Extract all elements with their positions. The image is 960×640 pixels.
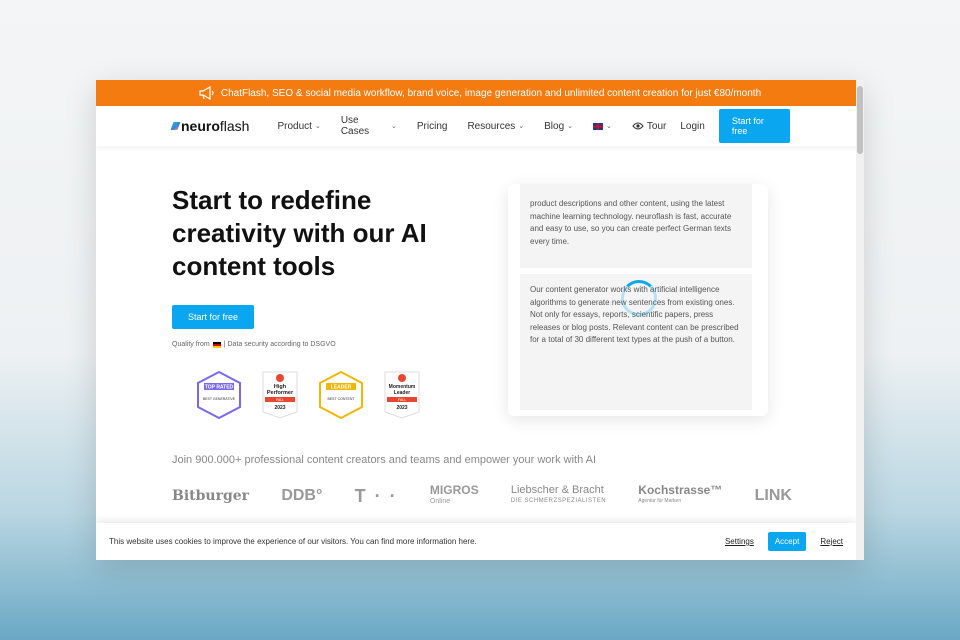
promo-banner[interactable]: ChatFlash, SEO & social media workflow, …	[96, 80, 864, 106]
neuroflash-logo[interactable]: neuroflash	[170, 118, 249, 134]
social-proof-text: Join 900.000+ professional content creat…	[172, 454, 597, 466]
scrollbar[interactable]	[856, 80, 864, 560]
banner-text: ChatFlash, SEO & social media workflow, …	[220, 87, 762, 99]
hero-headline: Start to redefine creativity with our AI…	[172, 185, 427, 281]
germany-flag-icon	[212, 341, 221, 348]
logo-bitburger: Bitburger	[172, 488, 250, 504]
editor-preview: product descriptions and other content, …	[508, 184, 768, 416]
svg-text:BEST CONTENT: BEST CONTENT	[328, 397, 356, 401]
chevron-down-icon: ⌄	[314, 123, 321, 130]
chevron-down-icon: ⌄	[606, 123, 612, 130]
hero-start-free-button[interactable]: Start for free	[172, 305, 255, 329]
svg-text:2023: 2023	[274, 405, 285, 411]
badge-high-performer: High Performer FALL 2023	[262, 371, 298, 419]
nav-item-use-cases[interactable]: Use Cases ⌄	[341, 115, 397, 137]
chevron-down-icon: ⌄	[518, 123, 525, 130]
badge-top-rated: TOP RATED BEST GENERATIVE	[197, 370, 241, 420]
browser-window: ChatFlash, SEO & social media workflow, …	[96, 80, 864, 560]
badge-top-rated-label: TOP RATED	[205, 385, 234, 391]
logo-link: LINK	[754, 487, 792, 504]
badge-leader: LEADER BEST CONTENT	[319, 370, 363, 420]
logo-mark-icon	[170, 122, 181, 130]
g2-badges: TOP RATED BEST GENERATIVE High Performer…	[196, 370, 425, 420]
nav-item-resources[interactable]: Resources ⌄	[467, 121, 524, 132]
logo-kochstrasse: Kochstrasse™ Agentur für Marken	[638, 483, 723, 504]
svg-text:Performer: Performer	[267, 390, 294, 396]
cookie-settings-link[interactable]: Settings	[725, 537, 754, 546]
login-link[interactable]: Login	[680, 121, 704, 132]
svg-text:2023: 2023	[396, 405, 407, 411]
editor-paragraph-1: product descriptions and other content, …	[520, 184, 752, 268]
svg-text:LEADER: LEADER	[331, 385, 352, 391]
cookie-actions: Settings Accept Reject	[725, 532, 843, 551]
nav-item-product[interactable]: Product ⌄	[277, 121, 320, 132]
language-selector[interactable]: ⌄	[593, 122, 612, 130]
svg-text:Leader: Leader	[394, 390, 410, 396]
cookie-accept-button[interactable]: Accept	[767, 532, 807, 551]
tour-link[interactable]: Tour	[632, 121, 666, 132]
chevron-down-icon: ⌄	[391, 123, 397, 130]
svg-text:FALL: FALL	[276, 398, 284, 402]
cookie-text: This website uses cookies to improve the…	[109, 537, 477, 546]
navbar: neuroflash Product ⌄ Use Cases ⌄ Pricing R…	[96, 106, 864, 146]
cookie-reject-link[interactable]: Reject	[820, 537, 843, 546]
logo-migros: MIGROS Online	[429, 483, 479, 505]
nav-item-pricing[interactable]: Pricing	[417, 121, 448, 132]
logo-telekom: T · ·	[354, 485, 398, 506]
nav-start-free-button[interactable]: Start for free	[718, 109, 790, 143]
megaphone-icon	[199, 86, 214, 100]
hero-section: Start to redefine creativity with our AI…	[172, 184, 472, 348]
logo-liebscher-bracht: Liebscher & Bracht DIE SCHMERZSPEZIALIST…	[510, 484, 607, 505]
loading-spinner-icon	[621, 280, 657, 316]
logo-ddb: DDB°	[281, 487, 323, 504]
nav-right: Tour Login Start for free	[632, 109, 790, 143]
uk-flag-icon	[593, 122, 604, 130]
badge-momentum-leader: Momentum Leader FALL 2023	[384, 371, 420, 419]
scrollbar-thumb[interactable]	[857, 86, 863, 154]
cookie-banner: This website uses cookies to improve the…	[96, 523, 856, 560]
customer-logos: Bitburger DDB° T · · MIGROS Online Liebs…	[172, 483, 792, 507]
eye-icon	[632, 122, 644, 130]
svg-text:FALL: FALL	[398, 398, 406, 402]
badge-top-rated-sub: BEST GENERATIVE	[203, 397, 236, 401]
quality-note: Quality from | Data security according t…	[172, 341, 336, 348]
nav-item-blog[interactable]: Blog ⌄	[544, 121, 573, 132]
chevron-down-icon: ⌄	[567, 123, 574, 130]
